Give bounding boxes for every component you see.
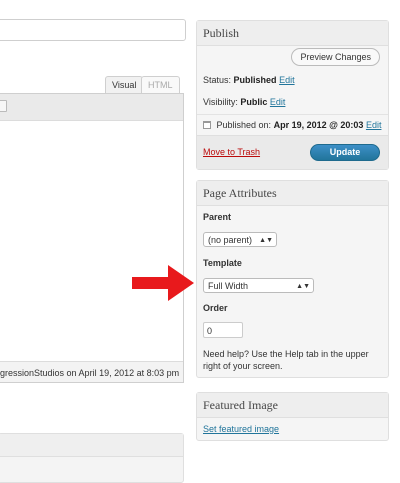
editor-status-bar: ogressionStudios on April 19, 2012 at 8:…: [0, 361, 183, 382]
published-date: Apr 19, 2012 @ 20:03: [273, 120, 364, 130]
tab-html[interactable]: HTML: [141, 76, 180, 94]
parent-select-value: (no parent): [208, 235, 253, 245]
order-label: Order: [203, 303, 228, 313]
editor-toolbar: [0, 94, 183, 121]
status-label: Status:: [203, 75, 232, 85]
template-select[interactable]: Full Width ▲▼: [203, 278, 314, 293]
calendar-icon: [203, 121, 211, 129]
template-select-value: Full Width: [208, 281, 249, 291]
divider: [197, 114, 388, 115]
template-label: Template: [203, 258, 242, 268]
featured-image-box: Featured Image Set featured image: [196, 392, 389, 441]
content-editor[interactable]: ogressionStudios on April 19, 2012 at 8:…: [0, 93, 184, 383]
publish-box-title: Publish: [197, 21, 388, 46]
post-title-input[interactable]: [0, 19, 186, 41]
publish-box: Publish Preview Changes Status: Publishe…: [196, 20, 389, 170]
status-value: Published: [233, 75, 277, 85]
order-input[interactable]: 0: [203, 322, 243, 338]
lower-meta-box-header: [0, 434, 183, 457]
visibility-label: Visibility:: [203, 97, 238, 107]
visibility-edit-link[interactable]: Edit: [270, 97, 286, 107]
select-arrows-icon: ▲▼: [296, 283, 310, 290]
parent-label: Parent: [203, 212, 232, 222]
preview-changes-button[interactable]: Preview Changes: [291, 48, 380, 66]
publish-actions: Move to Trash Update: [197, 135, 388, 169]
tab-visual[interactable]: Visual: [105, 76, 144, 94]
update-button[interactable]: Update: [310, 144, 380, 161]
lower-meta-box: [0, 433, 184, 483]
toolbar-button[interactable]: [0, 100, 7, 112]
select-arrows-icon: ▲▼: [259, 237, 273, 244]
parent-select[interactable]: (no parent) ▲▼: [203, 232, 277, 247]
featured-image-title: Featured Image: [197, 393, 388, 418]
status-row: Status: Published Edit: [203, 75, 295, 85]
published-edit-link[interactable]: Edit: [366, 120, 382, 130]
page-attributes-box: Page Attributes Parent (no parent) ▲▼ Te…: [196, 180, 389, 378]
page-attributes-title: Page Attributes: [197, 181, 388, 206]
published-date-row: Published on: Apr 19, 2012 @ 20:03 Edit: [203, 120, 381, 130]
visibility-value: Public: [240, 97, 268, 107]
set-featured-image-link[interactable]: Set featured image: [203, 424, 279, 434]
move-to-trash-link[interactable]: Move to Trash: [203, 147, 260, 157]
status-edit-link[interactable]: Edit: [279, 75, 295, 85]
help-text: Need help? Use the Help tab in the upper…: [203, 349, 369, 371]
visibility-row: Visibility: Public Edit: [203, 97, 285, 107]
last-edited-text: ogressionStudios on April 19, 2012 at 8:…: [0, 368, 180, 378]
red-arrow-icon: [132, 265, 194, 301]
published-label: Published on:: [216, 120, 272, 130]
